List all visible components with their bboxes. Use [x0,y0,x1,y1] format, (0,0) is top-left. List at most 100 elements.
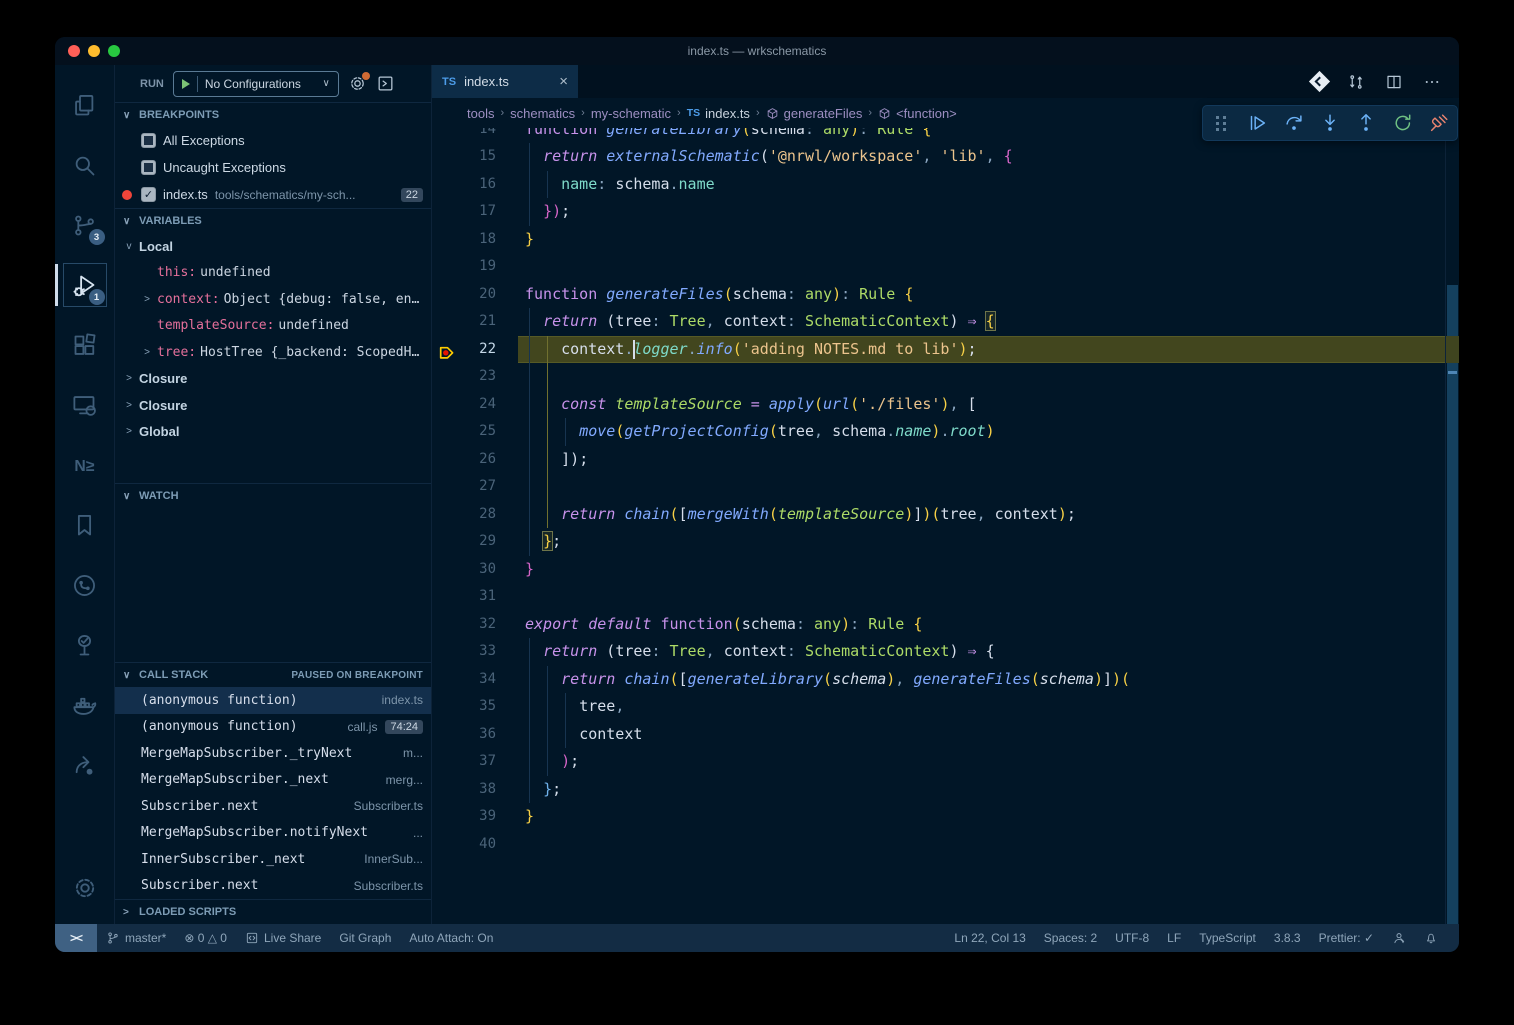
tab-index-ts[interactable]: TS index.ts × [432,65,578,98]
step-out-button[interactable] [1352,109,1380,137]
activity-item-run-and-debug[interactable]: 1 [61,255,109,315]
code-line-31[interactable]: 31 [432,583,1459,611]
call-stack-frame[interactable]: InnerSubscriber._nextInnerSub... [115,846,431,873]
code-line-32[interactable]: 32export default function(schema: any): … [432,611,1459,639]
section-variables[interactable]: ∨VARIABLES [115,208,431,233]
disconnect-button[interactable] [1425,109,1453,137]
code-line-33[interactable]: 33 return (tree: Tree, context: Schemati… [432,638,1459,666]
activity-item-live-share[interactable] [61,735,109,795]
split-editor-icon[interactable] [1385,73,1403,91]
variable-row[interactable]: >Global [115,419,431,446]
code-line-23[interactable]: 23 [432,363,1459,391]
status-item-live-share[interactable]: Live Share [236,924,330,952]
status-item-cursor-position[interactable]: Ln 22, Col 13 [945,924,1034,952]
activity-item-source-control[interactable]: 3 [61,195,109,255]
code-line-16[interactable]: 16 name: schema.name [432,171,1459,199]
call-stack-frame[interactable]: (anonymous function)index.ts [115,687,431,714]
code-line-25[interactable]: 25 move(getProjectConfig(tree, schema.na… [432,418,1459,446]
variable-row[interactable]: >Closure [115,366,431,393]
code-line-38[interactable]: 38 }; [432,776,1459,804]
variable-row[interactable]: >tree: HostTree {_backend: ScopedH… [115,339,431,366]
breadcrumb-item[interactable]: tools [467,106,494,121]
code-line-15[interactable]: 15 return externalSchematic('@nrwl/works… [432,143,1459,171]
status-item-prettier[interactable]: Prettier: ✓ [1310,924,1383,952]
diamond-icon[interactable] [1312,74,1327,89]
more-actions-icon[interactable] [1423,73,1441,91]
code-line-27[interactable]: 27 [432,473,1459,501]
activity-item-docker[interactable] [61,675,109,735]
code-line-28[interactable]: 28 return chain([mergeWith(templateSourc… [432,501,1459,529]
code-line-39[interactable]: 39} [432,803,1459,831]
code-line-29[interactable]: 29 }; [432,528,1459,556]
close-tab-icon[interactable]: × [559,73,568,90]
compare-icon[interactable] [1347,73,1365,91]
code-line-35[interactable]: 35 tree, [432,693,1459,721]
activity-item-remote-explorer[interactable] [61,375,109,435]
editor-scrollbar[interactable] [1445,128,1459,924]
variable-row[interactable]: vLocal [115,233,431,260]
code-line-30[interactable]: 30} [432,556,1459,584]
code-line-26[interactable]: 26 ]); [432,446,1459,474]
activity-item-git-graph[interactable] [61,555,109,615]
code-line-17[interactable]: 17 }); [432,198,1459,226]
breadcrumb-item[interactable]: <function> [878,106,957,121]
section-watch[interactable]: ∨WATCH [115,483,431,508]
breadcrumb-item[interactable]: generateFiles [766,106,863,121]
code-line-24[interactable]: 24 const templateSource = apply(url('./f… [432,391,1459,419]
section-loaded-scripts[interactable]: >LOADED SCRIPTS [115,899,431,924]
status-item-feedback[interactable] [1383,924,1415,952]
checkbox[interactable] [141,133,156,148]
status-item-eol[interactable]: LF [1158,924,1190,952]
status-item-git-graph[interactable]: Git Graph [330,924,400,952]
restart-button[interactable] [1389,109,1417,137]
settings-gear-icon[interactable] [348,74,367,93]
breadcrumb-item[interactable]: schematics [510,106,575,121]
activity-item-extensions[interactable] [61,315,109,375]
status-item-notifications[interactable] [1415,924,1447,952]
breakpoint-row[interactable]: ✓index.tstools/schematics/my-sch...22 [115,181,431,208]
activity-item-todo-tree[interactable] [61,615,109,675]
status-item-problems[interactable]: ⊗ 0 △ 0 [175,924,236,952]
status-item-git-branch[interactable]: master* [97,924,175,952]
debug-breakpoint-arrow-icon[interactable] [439,342,456,357]
activity-item-bookmarks[interactable] [61,495,109,555]
scrollbar-thumb[interactable] [1447,285,1458,924]
code-editor[interactable]: 14function generateLibrary(schema: any):… [432,128,1459,924]
section-call-stack[interactable]: ∨CALL STACKPAUSED ON BREAKPOINT [115,662,431,687]
variable-row[interactable]: >Closure [115,392,431,419]
step-over-button[interactable] [1280,109,1308,137]
checkbox[interactable]: ✓ [141,187,156,202]
activity-item-explorer[interactable] [61,75,109,135]
code-line-18[interactable]: 18} [432,226,1459,254]
checkbox[interactable] [141,160,156,175]
code-line-19[interactable]: 19 [432,253,1459,281]
breakpoint-row[interactable]: Uncaught Exceptions [115,154,431,181]
code-line-36[interactable]: 36 context [432,721,1459,749]
variable-row[interactable]: >context: Object {debug: false, en… [115,286,431,313]
launch-configuration-dropdown[interactable]: No Configurations ∨ [173,71,339,97]
call-stack-frame[interactable]: Subscriber.nextSubscriber.ts [115,873,431,900]
call-stack-frame[interactable]: (anonymous function)call.js74:24 [115,714,431,741]
code-line-20[interactable]: 20function generateFiles(schema: any): R… [432,281,1459,309]
code-line-22[interactable]: 22 context.logger.info('adding NOTES.md … [432,336,1459,364]
breadcrumb-item[interactable]: my-schematic [591,106,671,121]
status-item-indentation[interactable]: Spaces: 2 [1035,924,1106,952]
drag-handle-button[interactable] [1207,109,1235,137]
call-stack-frame[interactable]: MergeMapSubscriber.notifyNext... [115,820,431,847]
activity-item-search[interactable] [61,135,109,195]
breadcrumb-item[interactable]: TSindex.ts [687,106,750,121]
section-breakpoints[interactable]: ∨BREAKPOINTS [115,102,431,127]
status-item-encoding[interactable]: UTF-8 [1106,924,1158,952]
debug-console-icon[interactable] [376,74,395,93]
code-line-21[interactable]: 21 return (tree: Tree, context: Schemati… [432,308,1459,336]
code-line-34[interactable]: 34 return chain([generateLibrary(schema)… [432,666,1459,694]
variable-row[interactable]: templateSource: undefined [115,313,431,340]
code-line-37[interactable]: 37 ); [432,748,1459,776]
breakpoint-row[interactable]: All Exceptions [115,127,431,154]
status-item-language-mode[interactable]: TypeScript [1190,924,1265,952]
remote-indicator[interactable]: >< [55,924,97,952]
continue-button[interactable] [1243,109,1271,137]
code-line-40[interactable]: 40 [432,831,1459,859]
activity-item-nx-console[interactable]: N≥ [61,435,109,495]
status-item-auto-attach[interactable]: Auto Attach: On [400,924,502,952]
